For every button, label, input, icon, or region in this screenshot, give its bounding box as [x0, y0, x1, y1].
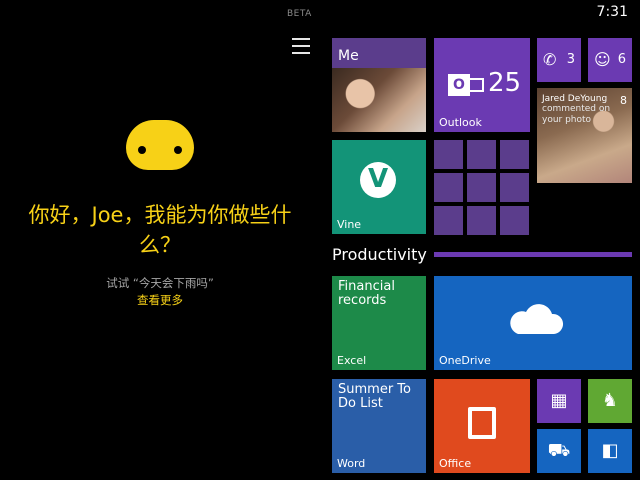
group-title: Productivity	[332, 245, 427, 264]
calculator-icon: ▦	[550, 390, 568, 411]
mini-tile-group	[434, 140, 530, 235]
tile-outlook[interactable]: O 25 Outlook	[434, 38, 530, 132]
mini-tile[interactable]	[500, 140, 529, 169]
cortana-panel: BETA 你好，Joe，我能为你做些什么？ 试试 “今天会下雨吗” 查看更多	[0, 0, 320, 480]
tile-word-label: Word	[337, 457, 366, 470]
tile-onedrive[interactable]: OneDrive	[434, 276, 632, 370]
envelope-icon	[468, 78, 484, 92]
tile-excel[interactable]: Financial records Excel	[332, 276, 426, 370]
tile-excel-label: Excel	[337, 354, 367, 367]
mini-tile[interactable]	[434, 173, 463, 202]
messaging-count: 6	[617, 52, 626, 67]
tile-outlook-label: Outlook	[439, 116, 482, 129]
tile-evernote[interactable]: ♞	[588, 379, 632, 423]
see-more-link[interactable]: 查看更多	[20, 292, 300, 308]
mini-tile[interactable]	[434, 206, 463, 235]
evernote-icon: ♞	[601, 390, 619, 411]
tile-onedrive-label: OneDrive	[439, 354, 491, 367]
cortana-greeting: 你好，Joe，我能为你做些什么？	[28, 203, 292, 257]
phone-icon: ✆	[543, 50, 557, 69]
tile-people[interactable]: Jared DeYoung commented on your photo 8	[537, 88, 632, 183]
tile-car[interactable]: ⛟	[537, 429, 581, 473]
tile-lync[interactable]: ◧	[588, 429, 632, 473]
tile-office[interactable]: Office	[434, 379, 530, 473]
tile-office-label: Office	[439, 457, 472, 470]
tile-me-label: Me	[338, 48, 359, 64]
mini-tile[interactable]	[434, 140, 463, 169]
mini-tile[interactable]	[500, 173, 529, 202]
cloud-icon	[510, 304, 564, 334]
tile-vine[interactable]: V Vine	[332, 140, 426, 234]
outlook-count: 25	[488, 68, 522, 98]
tile-calculator[interactable]: ▦	[537, 379, 581, 423]
people-text: commented on your photo	[542, 104, 611, 125]
mini-tile[interactable]	[467, 206, 496, 235]
people-name: Jared DeYoung	[542, 94, 608, 104]
car-icon: ⛟	[547, 440, 571, 461]
outlook-icon: O	[448, 74, 470, 96]
phone-count: 3	[566, 52, 575, 67]
lync-icon: ◧	[601, 440, 619, 461]
vine-icon: V	[360, 162, 396, 198]
tile-me[interactable]: Me	[332, 38, 426, 132]
menu-icon[interactable]	[292, 38, 310, 54]
tile-excel-title: Financial records	[338, 279, 395, 308]
office-icon	[468, 407, 496, 439]
mini-tile[interactable]	[467, 173, 496, 202]
me-photo	[332, 68, 426, 132]
mini-tile[interactable]	[467, 140, 496, 169]
tile-word[interactable]: Summer To Do List Word	[332, 379, 426, 473]
status-time: 7:31	[596, 4, 628, 20]
tile-messaging[interactable]: ☺ 6	[588, 38, 632, 82]
people-count: 8	[620, 94, 627, 107]
group-divider	[434, 252, 632, 257]
start-screen: 7:31 Me O 25 Outlook ✆ 3 ☺ 6 Jared DeYou…	[320, 0, 640, 480]
mini-tile[interactable]	[500, 206, 529, 235]
tile-vine-label: Vine	[337, 218, 362, 231]
tile-word-title: Summer To Do List	[338, 382, 411, 411]
messaging-icon: ☺	[594, 50, 611, 69]
tile-phone[interactable]: ✆ 3	[537, 38, 581, 82]
try-hint: 试试 “今天会下雨吗”	[106, 276, 214, 290]
cortana-face-icon[interactable]	[126, 120, 194, 170]
beta-badge: BETA	[287, 9, 312, 19]
